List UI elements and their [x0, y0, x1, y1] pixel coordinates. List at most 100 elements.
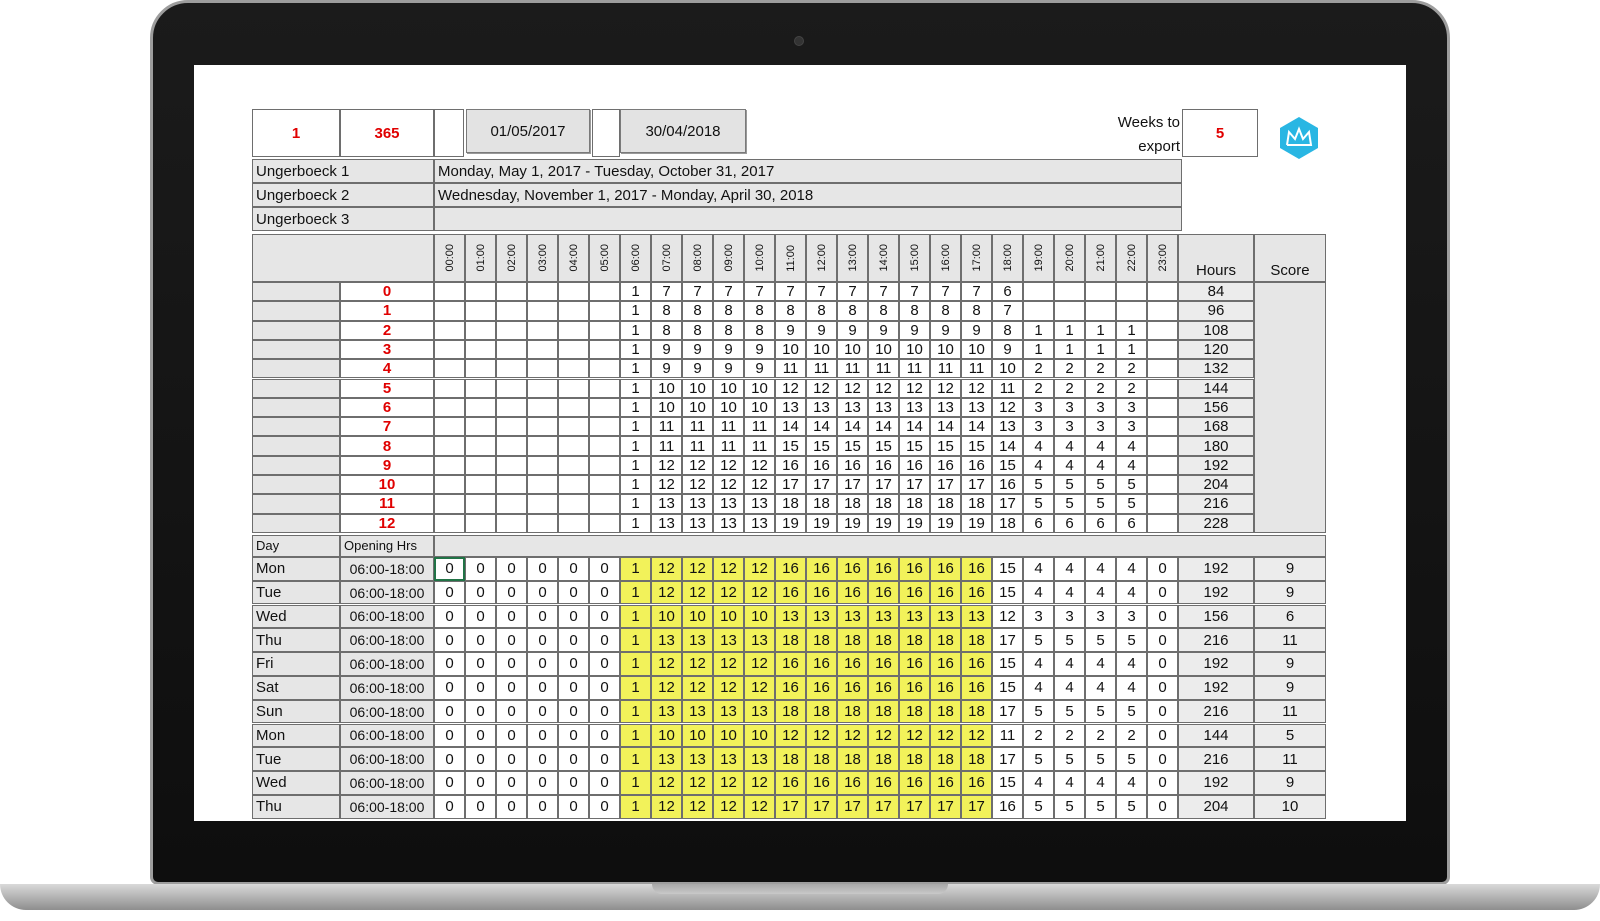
- schedule-cell[interactable]: 16: [899, 771, 930, 795]
- schedule-cell[interactable]: 16: [961, 556, 992, 581]
- opening-hrs[interactable]: 06:00-18:00: [340, 747, 434, 772]
- level-cell[interactable]: 15: [775, 436, 806, 456]
- schedule-cell[interactable]: 4: [1116, 675, 1147, 700]
- schedule-cell[interactable]: 16: [930, 652, 961, 676]
- level-cell[interactable]: [527, 397, 558, 418]
- schedule-cell[interactable]: 16: [930, 580, 961, 605]
- schedule-cell[interactable]: 0: [558, 771, 589, 795]
- level-cell[interactable]: 10: [992, 359, 1023, 379]
- schedule-cell[interactable]: 4: [1116, 652, 1147, 676]
- schedule-cell[interactable]: 10: [651, 604, 682, 629]
- schedule-cell[interactable]: 12: [713, 675, 744, 700]
- schedule-cell[interactable]: 18: [868, 628, 899, 653]
- level-cell[interactable]: 1: [620, 378, 651, 398]
- schedule-cell[interactable]: 10: [744, 604, 775, 629]
- schedule-cell[interactable]: 3: [1054, 604, 1085, 629]
- schedule-cell[interactable]: 16: [899, 580, 930, 605]
- level-cell[interactable]: [496, 339, 527, 360]
- schedule-cell[interactable]: 18: [837, 699, 868, 724]
- schedule-cell[interactable]: 0: [465, 771, 496, 795]
- opening-hrs[interactable]: 06:00-18:00: [340, 699, 434, 724]
- level-cell[interactable]: [465, 359, 496, 379]
- schedule-cell[interactable]: 2: [1023, 723, 1054, 748]
- level-cell[interactable]: 3: [1085, 397, 1116, 418]
- schedule-cell[interactable]: 13: [899, 604, 930, 629]
- level-cell[interactable]: [558, 397, 589, 418]
- schedule-cell[interactable]: 16: [806, 580, 837, 605]
- schedule-cell[interactable]: 16: [775, 675, 806, 700]
- level-cell[interactable]: 3: [1054, 417, 1085, 437]
- schedule-cell[interactable]: 0: [558, 675, 589, 700]
- schedule-cell[interactable]: 0: [589, 699, 620, 724]
- level-cell[interactable]: 12: [899, 378, 930, 398]
- schedule-cell[interactable]: 5: [1085, 628, 1116, 653]
- level-cell[interactable]: [434, 359, 465, 379]
- level-cell[interactable]: 1: [620, 397, 651, 418]
- level-cell[interactable]: [1147, 378, 1178, 398]
- level-cell[interactable]: [465, 455, 496, 475]
- level-cell[interactable]: [1147, 417, 1178, 437]
- schedule-cell[interactable]: 0: [589, 747, 620, 772]
- level-cell[interactable]: 7: [868, 282, 899, 302]
- level-cell[interactable]: 15: [837, 436, 868, 456]
- schedule-cell[interactable]: 0: [1147, 747, 1178, 772]
- schedule-cell[interactable]: 12: [682, 771, 713, 795]
- schedule-cell[interactable]: 0: [558, 794, 589, 819]
- schedule-cell[interactable]: 0: [558, 628, 589, 653]
- schedule-cell[interactable]: 0: [434, 723, 465, 748]
- level-cell[interactable]: 6: [1116, 513, 1147, 533]
- schedule-cell[interactable]: 16: [775, 771, 806, 795]
- level-cell[interactable]: 10: [744, 378, 775, 398]
- schedule-cell[interactable]: 13: [682, 747, 713, 772]
- level-cell[interactable]: [589, 455, 620, 475]
- level-cell[interactable]: [589, 417, 620, 437]
- level-cell[interactable]: [527, 455, 558, 475]
- schedule-cell[interactable]: 17: [992, 747, 1023, 772]
- level-cell[interactable]: [465, 320, 496, 340]
- level-cell[interactable]: 14: [899, 417, 930, 437]
- level-cell[interactable]: [434, 455, 465, 475]
- level-cell[interactable]: [1085, 301, 1116, 321]
- schedule-cell[interactable]: 18: [837, 747, 868, 772]
- level-cell[interactable]: 11: [961, 359, 992, 379]
- level-cell[interactable]: 13: [837, 397, 868, 418]
- level-cell[interactable]: 19: [775, 513, 806, 533]
- schedule-cell[interactable]: 18: [930, 699, 961, 724]
- level-cell[interactable]: 11: [651, 436, 682, 456]
- schedule-cell[interactable]: 0: [1147, 699, 1178, 724]
- schedule-cell[interactable]: 12: [744, 675, 775, 700]
- level-cell[interactable]: 14: [837, 417, 868, 437]
- level-cell[interactable]: 17: [992, 494, 1023, 514]
- level-cell[interactable]: [527, 436, 558, 456]
- level-cell[interactable]: 16: [806, 455, 837, 475]
- level-cell[interactable]: 15: [992, 455, 1023, 475]
- schedule-cell[interactable]: 16: [868, 580, 899, 605]
- schedule-cell[interactable]: 0: [558, 604, 589, 629]
- schedule-cell[interactable]: 0: [1147, 675, 1178, 700]
- level-cell[interactable]: 12: [930, 378, 961, 398]
- level-cell[interactable]: 8: [713, 301, 744, 321]
- level-cell[interactable]: 14: [992, 436, 1023, 456]
- schedule-cell[interactable]: 0: [527, 604, 558, 629]
- level-cell[interactable]: 2: [1023, 359, 1054, 379]
- schedule-cell[interactable]: 0: [1147, 580, 1178, 605]
- level-cell[interactable]: 13: [713, 494, 744, 514]
- schedule-cell[interactable]: 13: [651, 628, 682, 653]
- level-cell[interactable]: [527, 301, 558, 321]
- level-cell[interactable]: 17: [775, 475, 806, 495]
- schedule-cell[interactable]: 17: [806, 794, 837, 819]
- level-cell[interactable]: [465, 301, 496, 321]
- schedule-cell[interactable]: 0: [589, 771, 620, 795]
- schedule-cell[interactable]: 1: [620, 556, 651, 581]
- schedule-cell[interactable]: 17: [868, 794, 899, 819]
- schedule-cell[interactable]: 16: [837, 580, 868, 605]
- level-cell[interactable]: 12: [713, 475, 744, 495]
- level-cell[interactable]: 5: [1054, 494, 1085, 514]
- level-cell[interactable]: 3: [1116, 417, 1147, 437]
- schedule-cell[interactable]: 18: [837, 628, 868, 653]
- level-cell[interactable]: 1: [1023, 339, 1054, 360]
- level-cell[interactable]: 9: [930, 320, 961, 340]
- level-cell[interactable]: 10: [837, 339, 868, 360]
- level-cell[interactable]: 18: [806, 494, 837, 514]
- level-cell[interactable]: 1: [620, 282, 651, 302]
